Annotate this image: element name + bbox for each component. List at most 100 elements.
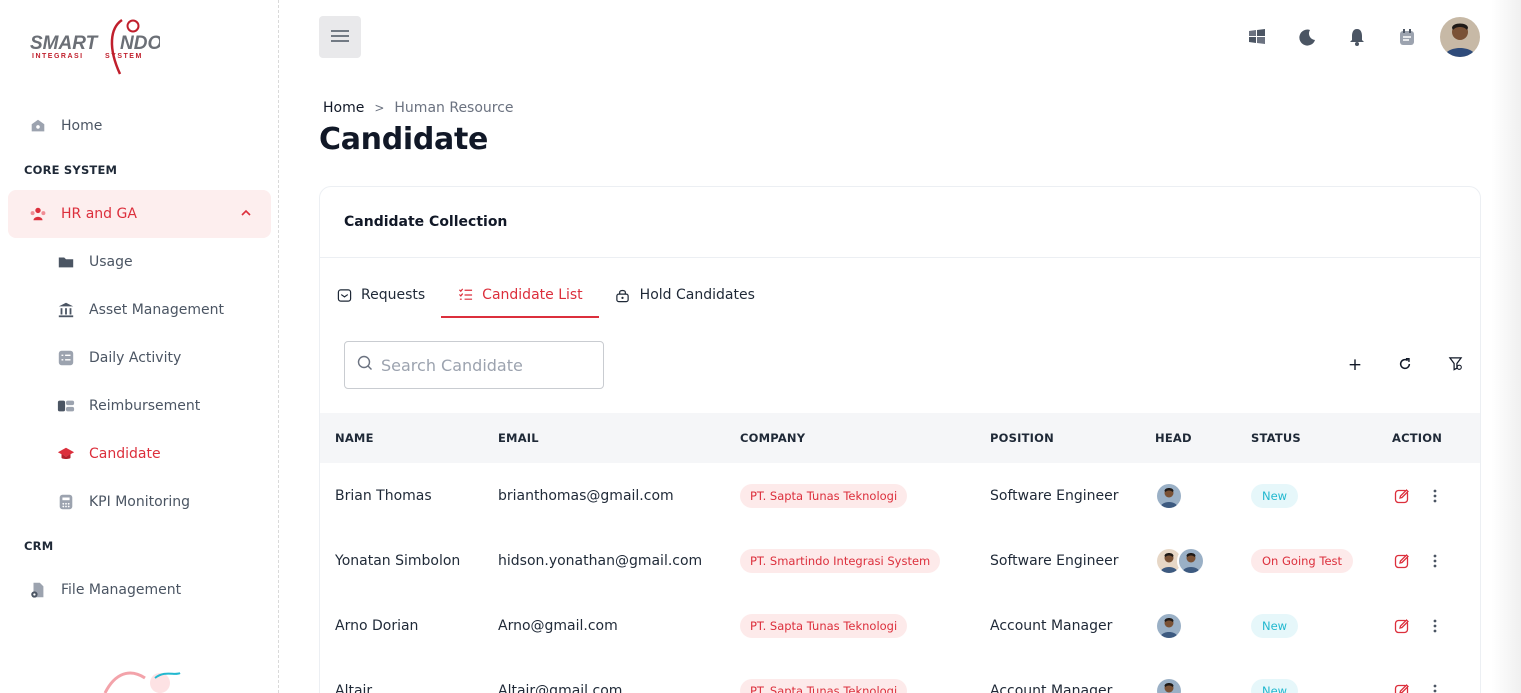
- more-vertical-icon[interactable]: [1425, 486, 1445, 506]
- head-avatars: [1155, 546, 1236, 575]
- row-actions: [1392, 551, 1480, 571]
- brand-logo[interactable]: SMART NDO INTEGRASI SYSTEM: [30, 18, 160, 78]
- menu-toggle-button[interactable]: [319, 16, 361, 58]
- tab-candidate-list[interactable]: Candidate List: [441, 273, 599, 318]
- sidebar-item-candidate[interactable]: Candidate: [8, 430, 271, 478]
- topbar-actions: [1240, 17, 1480, 57]
- table-row[interactable]: Yonatan Simbolon hidson.yonathan@gmail.c…: [320, 528, 1480, 593]
- column-header-head[interactable]: HEAD: [1140, 413, 1236, 463]
- cell-company: PT. Smartindo Integrasi System: [725, 528, 975, 593]
- sidebar-item-label: File Management: [61, 582, 182, 598]
- add-candidate-button[interactable]: +: [1340, 353, 1370, 377]
- cell-status: New: [1236, 658, 1377, 693]
- list-icon: [457, 287, 473, 303]
- column-header-name[interactable]: NAME: [320, 413, 483, 463]
- column-header-position[interactable]: POSITION: [975, 413, 1140, 463]
- cell-name: Brian Thomas: [335, 487, 432, 504]
- sidebar-item-label: Reimbursement: [89, 398, 201, 414]
- apps-icon[interactable]: [1240, 20, 1274, 54]
- head-avatars: [1155, 481, 1236, 510]
- breadcrumb-current: Human Resource: [394, 100, 514, 116]
- filter-button[interactable]: [1440, 353, 1470, 377]
- breadcrumb-home[interactable]: Home: [323, 100, 364, 116]
- cell-company: PT. Sapta Tunas Teknologi: [725, 593, 975, 658]
- sidebar-item-daily-activity[interactable]: Daily Activity: [8, 334, 271, 382]
- cell-head: [1140, 463, 1236, 528]
- svg-text:SYSTEM: SYSTEM: [105, 53, 143, 60]
- calendar-icon[interactable]: [1390, 20, 1424, 54]
- cell-position: Account Manager: [990, 617, 1113, 634]
- edit-icon[interactable]: [1392, 681, 1412, 693]
- cell-status: New: [1236, 593, 1377, 658]
- user-avatar[interactable]: [1440, 17, 1480, 57]
- sidebar-item-label: KPI Monitoring: [89, 494, 191, 510]
- graduation-cap-icon: [56, 444, 76, 464]
- edit-icon[interactable]: [1392, 616, 1412, 636]
- bell-icon[interactable]: [1340, 20, 1374, 54]
- edit-icon[interactable]: [1392, 486, 1412, 506]
- cell-position: Account Manager: [990, 682, 1113, 693]
- column-header-status[interactable]: STATUS: [1236, 413, 1377, 463]
- cell-email: Altair@gmail.com: [498, 682, 623, 693]
- cell-head: [1140, 658, 1236, 693]
- cell-position: Software Engineer: [990, 487, 1119, 504]
- column-header-company[interactable]: COMPANY: [725, 413, 975, 463]
- company-chip: PT. Sapta Tunas Teknologi: [740, 613, 908, 638]
- sidebar-item-file-management[interactable]: File Management: [8, 566, 271, 614]
- breadcrumb-separator: >: [374, 101, 385, 115]
- cell-action: [1377, 528, 1480, 593]
- sidebar: SMART NDO INTEGRASI SYSTEM Home CORE SYS…: [0, 0, 279, 693]
- sidebar-item-label: Home: [61, 118, 103, 134]
- status-badge: New: [1251, 613, 1299, 638]
- sidebar-item-usage[interactable]: Usage: [8, 238, 271, 286]
- tab-requests[interactable]: Requests: [320, 273, 441, 317]
- sidebar-item-hr-ga[interactable]: HR and GA: [8, 190, 271, 238]
- head-avatar[interactable]: [1177, 546, 1205, 575]
- tab-label: Candidate List: [482, 286, 583, 303]
- cell-email: brianthomas@gmail.com: [498, 487, 674, 504]
- head-avatar[interactable]: [1155, 611, 1183, 640]
- table-body: Brian Thomas brianthomas@gmail.com PT. S…: [320, 463, 1480, 693]
- tab-hold-candidates[interactable]: Hold Candidates: [599, 273, 771, 317]
- table-row[interactable]: Altair Altair@gmail.com PT. Sapta Tunas …: [320, 658, 1480, 693]
- toolbar: +: [1320, 353, 1470, 377]
- edit-icon[interactable]: [1392, 551, 1412, 571]
- tab-label: Requests: [361, 287, 426, 303]
- sidebar-section-crm: CRM: [24, 539, 54, 553]
- chevron-up-icon: [239, 206, 253, 220]
- svg-text:SMART: SMART: [30, 33, 99, 54]
- table-row[interactable]: Brian Thomas brianthomas@gmail.com PT. S…: [320, 463, 1480, 528]
- head-avatars: [1155, 676, 1236, 693]
- sidebar-item-label: Asset Management: [89, 302, 224, 318]
- head-avatar[interactable]: [1155, 481, 1183, 510]
- refresh-button[interactable]: [1390, 353, 1420, 377]
- cell-company: PT. Sapta Tunas Teknologi: [725, 463, 975, 528]
- more-vertical-icon[interactable]: [1425, 551, 1445, 571]
- head-avatar[interactable]: [1155, 676, 1183, 693]
- status-badge: On Going Test: [1251, 548, 1354, 573]
- filter-icon: [1448, 356, 1463, 375]
- svg-text:INTEGRASI: INTEGRASI: [32, 53, 84, 60]
- sidebar-item-kpi-monitoring[interactable]: KPI Monitoring: [8, 478, 271, 526]
- moon-icon[interactable]: [1290, 20, 1324, 54]
- column-header-email[interactable]: EMAIL: [483, 413, 725, 463]
- cell-head: [1140, 593, 1236, 658]
- sidebar-item-asset-management[interactable]: Asset Management: [8, 286, 271, 334]
- cell-company: PT. Sapta Tunas Teknologi: [725, 658, 975, 693]
- sidebar-item-home[interactable]: Home: [8, 102, 271, 150]
- search-input[interactable]: [381, 355, 591, 375]
- row-actions: [1392, 616, 1480, 636]
- status-badge: New: [1251, 483, 1299, 508]
- cell-action: [1377, 658, 1480, 693]
- table-row[interactable]: Arno Dorian Arno@gmail.com PT. Sapta Tun…: [320, 593, 1480, 658]
- app-root: SMART NDO INTEGRASI SYSTEM Home CORE SYS…: [0, 0, 1521, 693]
- sidebar-item-reimbursement[interactable]: Reimbursement: [8, 382, 271, 430]
- sidebar-item-label: Usage: [89, 254, 133, 270]
- head-avatars: [1155, 611, 1236, 640]
- home-icon: [28, 116, 48, 136]
- company-chip: PT. Smartindo Integrasi System: [740, 548, 941, 573]
- sidebar-item-label: Candidate: [89, 446, 161, 462]
- checklist-icon: [56, 348, 76, 368]
- more-vertical-icon[interactable]: [1425, 681, 1445, 693]
- more-vertical-icon[interactable]: [1425, 616, 1445, 636]
